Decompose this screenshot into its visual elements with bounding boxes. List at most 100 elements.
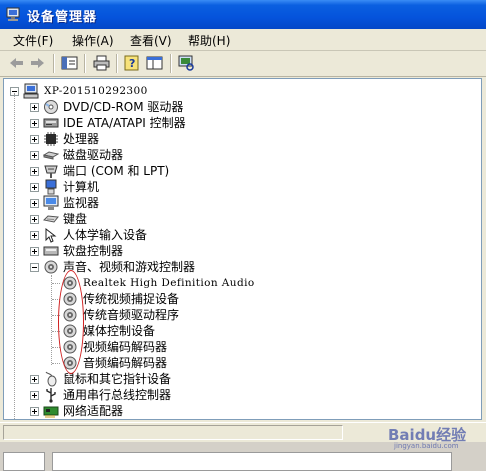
tree-item-label: IDE ATA/ATAPI 控制器 xyxy=(63,116,186,130)
title-bar: 设备管理器 xyxy=(0,0,486,29)
tree-root[interactable]: XP-201510292300 xyxy=(10,83,210,99)
speaker-icon xyxy=(63,356,77,370)
watermark-logo: Baidu经验 jingyan.baidu.com xyxy=(388,424,484,452)
tree-child[interactable]: 媒体控制设备 xyxy=(52,323,462,339)
console-tree-icon[interactable] xyxy=(146,55,163,71)
help-icon[interactable]: ? xyxy=(124,55,141,71)
tree-connector xyxy=(51,275,52,365)
tree-connector xyxy=(52,347,60,348)
monitor-icon xyxy=(43,195,59,210)
expand-toggle[interactable] xyxy=(30,247,39,256)
window-title: 设备管理器 xyxy=(27,10,98,25)
tree-connector xyxy=(52,315,60,316)
toolbar-separator xyxy=(84,54,86,73)
tree-item-label: 计算机 xyxy=(63,180,100,194)
svg-text:?: ? xyxy=(129,57,135,70)
expand-toggle[interactable] xyxy=(30,103,39,112)
tree-child[interactable]: 视频编码解码器 xyxy=(52,339,462,355)
usb-icon xyxy=(46,388,56,403)
back-arrow-icon[interactable] xyxy=(8,55,25,71)
expand-toggle[interactable] xyxy=(30,391,39,400)
strip-panel xyxy=(52,452,452,471)
expand-toggle[interactable] xyxy=(30,135,39,144)
tree-connector xyxy=(52,363,60,364)
computer-icon xyxy=(45,179,57,195)
tree-child-label: 传统视频捕捉设备 xyxy=(83,292,180,306)
tree-item[interactable]: 处理器 xyxy=(30,131,430,147)
expand-toggle[interactable] xyxy=(30,151,39,160)
expand-toggle[interactable] xyxy=(30,407,39,416)
tree-item-label: DVD/CD-ROM 驱动器 xyxy=(63,100,184,114)
tree-item[interactable]: DVD/CD-ROM 驱动器 xyxy=(30,99,430,115)
mouse-icon xyxy=(45,371,57,387)
tree-item[interactable]: 计算机 xyxy=(30,179,430,195)
status-cell xyxy=(3,425,343,440)
toolbar-separator xyxy=(116,54,118,73)
forward-arrow-icon[interactable] xyxy=(29,55,46,71)
speaker-icon xyxy=(63,292,77,306)
tree-item-label: 通用串行总线控制器 xyxy=(63,388,172,402)
tree-item-expanded[interactable]: 声音、视频和游戏控制器 xyxy=(30,259,430,275)
tree-item[interactable]: 软盘控制器 xyxy=(30,243,430,259)
toolbar-separator xyxy=(53,54,55,73)
port-icon xyxy=(44,165,58,178)
strip-panel xyxy=(3,452,45,471)
tree-item[interactable]: 网络适配器 xyxy=(30,403,430,419)
speaker-icon xyxy=(63,276,77,290)
collapse-toggle[interactable] xyxy=(30,263,39,272)
tree-item[interactable]: 键盘 xyxy=(30,211,430,227)
tree-child[interactable]: Realtek High Definition Audio xyxy=(52,275,462,291)
menu-bar: 文件(F) 操作(A) 查看(V) 帮助(H) xyxy=(0,29,486,51)
expand-toggle[interactable] xyxy=(30,183,39,192)
expand-toggle[interactable] xyxy=(30,231,39,240)
tree-item[interactable]: 端口 (COM 和 LPT) xyxy=(30,163,430,179)
tree-item-label: 处理器 xyxy=(63,132,100,146)
watermark-subtext: jingyan.baidu.com xyxy=(394,442,459,450)
tree-item-label: 软盘控制器 xyxy=(63,244,124,258)
tree-child-label: 视频编码解码器 xyxy=(83,340,168,354)
device-manager-icon xyxy=(6,7,20,21)
menu-file[interactable]: 文件(F) xyxy=(13,32,53,49)
tree-item-label: 端口 (COM 和 LPT) xyxy=(63,164,170,178)
device-tree: XP-201510292300 DVD/CD-ROM 驱动器 IDE ATA/A… xyxy=(3,78,482,420)
tree-child[interactable]: 传统视频捕捉设备 xyxy=(52,291,462,307)
tree-connector xyxy=(52,331,60,332)
menu-action[interactable]: 操作(A) xyxy=(72,32,114,49)
speaker-icon xyxy=(63,308,77,322)
scan-hardware-icon[interactable] xyxy=(178,55,195,71)
tree-item-label: 声音、视频和游戏控制器 xyxy=(63,260,196,274)
keyboard-icon xyxy=(43,215,59,223)
tree-connector xyxy=(52,299,60,300)
tree-child-label: 媒体控制设备 xyxy=(83,324,156,338)
printer-icon[interactable] xyxy=(93,55,110,71)
tree-connector xyxy=(52,283,60,284)
tree-item-label: 鼠标和其它指针设备 xyxy=(63,372,172,386)
tree-item[interactable]: 监视器 xyxy=(30,195,430,211)
speaker-icon xyxy=(63,340,77,354)
tree-item[interactable]: 人体学输入设备 xyxy=(30,227,430,243)
speaker-icon xyxy=(63,324,77,338)
expand-toggle[interactable] xyxy=(30,119,39,128)
tree-child[interactable]: 传统音频驱动程序 xyxy=(52,307,462,323)
network-adapter-icon xyxy=(43,406,59,418)
tree-item[interactable]: 鼠标和其它指针设备 xyxy=(30,371,430,387)
tree-child-label: Realtek High Definition Audio xyxy=(83,277,255,289)
menu-help[interactable]: 帮助(H) xyxy=(188,32,230,49)
tree-item[interactable]: 磁盘驱动器 xyxy=(30,147,430,163)
expand-toggle[interactable] xyxy=(30,199,39,208)
properties-icon[interactable] xyxy=(61,55,78,71)
toolbar-separator xyxy=(170,54,172,73)
tree-item[interactable]: IDE ATA/ATAPI 控制器 xyxy=(30,115,430,131)
computer-icon xyxy=(23,83,39,99)
expand-toggle[interactable] xyxy=(30,375,39,384)
cdrom-icon xyxy=(44,100,58,114)
tree-child[interactable]: 音频编码解码器 xyxy=(52,355,462,371)
expand-toggle[interactable] xyxy=(30,215,39,224)
tree-item[interactable]: 通用串行总线控制器 xyxy=(30,387,430,403)
toolbar: ? xyxy=(0,51,486,77)
menu-view[interactable]: 查看(V) xyxy=(130,32,172,49)
expand-toggle[interactable] xyxy=(30,167,39,176)
processor-icon xyxy=(44,132,58,146)
tree-item-label: 磁盘驱动器 xyxy=(63,148,124,162)
sound-icon xyxy=(44,260,58,274)
